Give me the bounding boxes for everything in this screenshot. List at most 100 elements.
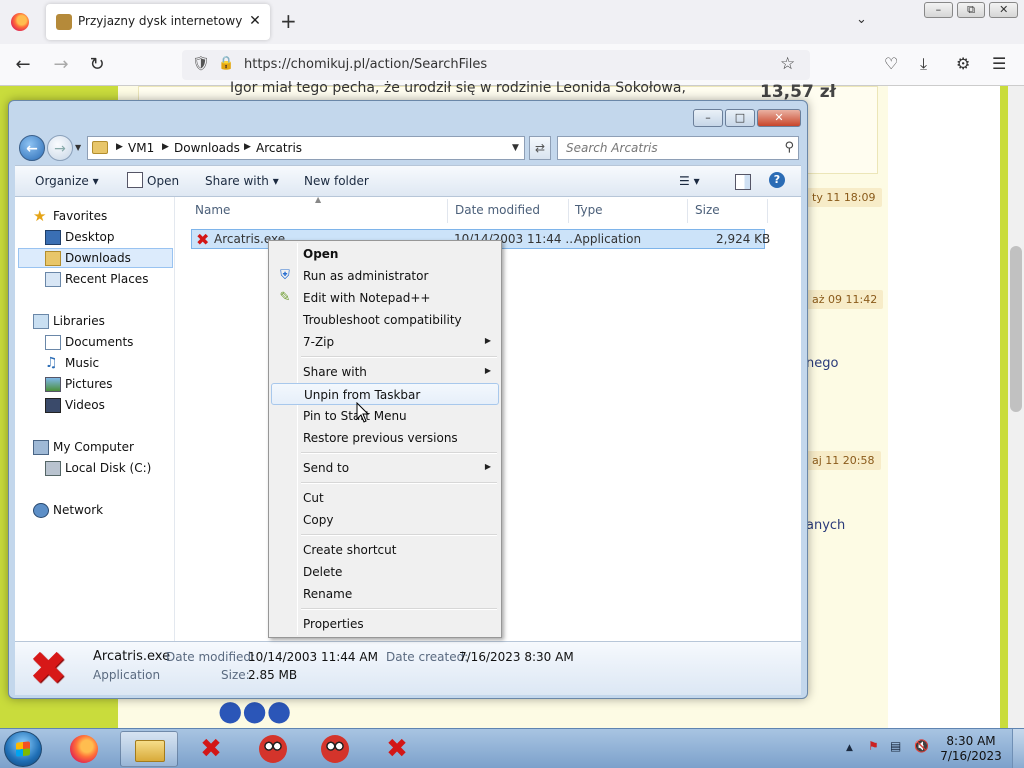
organize-button[interactable]: Organize ▾: [35, 174, 99, 188]
lock-icon[interactable]: 🔒: [218, 56, 234, 71]
share-with-button[interactable]: Share with ▾: [205, 174, 279, 188]
menu-item-cut[interactable]: Cut: [271, 487, 499, 509]
taskbar-owl-app[interactable]: [306, 731, 364, 767]
bookmark-star-icon[interactable]: ☆: [780, 54, 795, 74]
menu-item-troubleshoot[interactable]: Troubleshoot compatibility: [271, 309, 499, 331]
column-header-name[interactable]: Name: [195, 203, 230, 217]
nav-libraries[interactable]: Libraries: [33, 312, 173, 332]
url-bar[interactable]: 🛡 🔒 https://chomikuj.pl/action/SearchFil…: [182, 50, 810, 80]
column-divider[interactable]: [687, 199, 688, 223]
pocket-icon[interactable]: ♡: [884, 54, 898, 73]
menu-item-send-to[interactable]: Send to ▶: [271, 457, 499, 479]
nav-recent-places[interactable]: Recent Places: [45, 270, 173, 290]
clock[interactable]: 8:30 AM 7/16/2023: [936, 734, 1006, 764]
column-divider[interactable]: [447, 199, 448, 223]
tracking-shield-icon[interactable]: 🛡: [192, 56, 210, 72]
menu-item-rename[interactable]: Rename: [271, 583, 499, 605]
explorer-title-bar[interactable]: – □ ✕: [9, 101, 807, 133]
action-center-flag-icon[interactable]: ⚑: [868, 739, 879, 753]
breadcrumb-arrow-icon[interactable]: ▶: [244, 142, 251, 152]
new-folder-button[interactable]: New folder: [304, 174, 369, 188]
menu-item-7zip[interactable]: 7-Zip ▶: [271, 331, 499, 353]
preview-pane-icon[interactable]: [735, 174, 751, 190]
nav-downloads[interactable]: Downloads: [18, 248, 173, 268]
new-tab-button[interactable]: +: [280, 10, 297, 32]
nav-documents[interactable]: Documents: [45, 333, 173, 353]
result-title-fragment[interactable]: anych: [806, 518, 845, 533]
column-header-type[interactable]: Type: [575, 203, 603, 217]
result-title-fragment[interactable]: nego: [806, 356, 838, 371]
back-arrow-icon[interactable]: ←: [12, 54, 34, 76]
show-hidden-icons-chevron-icon[interactable]: ▲: [846, 743, 853, 753]
network-tray-icon[interactable]: ▤: [890, 739, 901, 753]
menu-item-create-shortcut[interactable]: Create shortcut: [271, 539, 499, 561]
address-bar[interactable]: ▶ VM1 ▶ Downloads ▶ Arcatris ▼: [87, 136, 525, 160]
search-placeholder: Search Arcatris: [566, 141, 658, 155]
nav-my-computer[interactable]: My Computer: [33, 438, 173, 458]
column-header-date[interactable]: Date modified: [455, 203, 540, 217]
close-window-button[interactable]: ✕: [757, 109, 801, 127]
nav-videos[interactable]: Videos: [45, 396, 173, 416]
breadcrumb-arrow-icon[interactable]: ▶: [116, 142, 123, 152]
address-dropdown-icon[interactable]: ▼: [512, 143, 519, 153]
menu-item-share-with[interactable]: Share with ▶: [271, 361, 499, 383]
forward-arrow-icon[interactable]: →: [47, 135, 73, 161]
breadcrumb-vm1[interactable]: VM1: [128, 141, 154, 155]
extensions-icon[interactable]: ⚙: [956, 54, 970, 73]
search-icon[interactable]: ⚲: [784, 140, 794, 155]
taskbar-arcatris[interactable]: ✖: [182, 731, 240, 767]
nav-local-disk[interactable]: Local Disk (C:): [45, 459, 173, 479]
menu-item-restore-versions[interactable]: Restore previous versions: [271, 427, 499, 449]
nav-desktop[interactable]: Desktop: [45, 228, 173, 248]
list-tabs-chevron-icon[interactable]: ⌄: [856, 12, 867, 27]
minimize-button[interactable]: –: [924, 2, 953, 18]
page-scrollbar[interactable]: [1008, 86, 1024, 728]
restore-button[interactable]: ⧉: [956, 2, 986, 18]
taskbar-firefox[interactable]: [54, 731, 112, 767]
show-desktop-button[interactable]: [1012, 729, 1024, 768]
volume-muted-icon[interactable]: 🔇: [914, 739, 929, 753]
menu-item-properties[interactable]: Properties: [271, 613, 499, 635]
reload-icon[interactable]: ↻: [86, 54, 108, 76]
firefox-logo-icon[interactable]: [11, 13, 29, 31]
forward-arrow-icon[interactable]: →: [50, 54, 72, 76]
taskbar-arcatris[interactable]: ✖: [368, 731, 426, 767]
refresh-button[interactable]: ⇄: [529, 136, 551, 160]
url-text[interactable]: https://chomikuj.pl/action/SearchFiles: [244, 57, 487, 72]
nav-network[interactable]: Network: [33, 501, 173, 521]
column-divider[interactable]: [568, 199, 569, 223]
navigation-pane: ★ Favorites Desktop Downloads Recent Pla…: [15, 197, 175, 641]
close-tab-icon[interactable]: ✕: [246, 12, 264, 30]
downloads-icon[interactable]: ⤓: [920, 54, 927, 74]
back-arrow-icon[interactable]: ←: [19, 135, 45, 161]
hamburger-menu-icon[interactable]: ☰: [992, 54, 1006, 73]
breadcrumb-downloads[interactable]: Downloads: [174, 141, 240, 155]
minimize-button[interactable]: –: [693, 109, 723, 127]
start-button[interactable]: [4, 731, 42, 767]
taskbar-owl-app[interactable]: [244, 731, 302, 767]
history-dropdown-icon[interactable]: ▼: [75, 143, 81, 152]
nav-favorites[interactable]: ★ Favorites: [33, 207, 173, 227]
view-options-icon[interactable]: ☰ ▾: [679, 174, 700, 188]
menu-item-pin-start[interactable]: Pin to Start Menu: [271, 405, 499, 427]
nav-music[interactable]: ♫ Music: [45, 354, 173, 374]
browser-tab[interactable]: Przyjazny dysk internetowy - Ch ✕: [46, 4, 270, 40]
menu-item-open[interactable]: Open: [271, 243, 499, 265]
nav-pictures[interactable]: Pictures: [45, 375, 173, 395]
maximize-button[interactable]: □: [725, 109, 755, 127]
help-icon[interactable]: ?: [769, 172, 785, 188]
scrollbar-thumb[interactable]: [1010, 246, 1022, 412]
breadcrumb-arcatris[interactable]: Arcatris: [256, 141, 302, 155]
menu-item-unpin-taskbar[interactable]: Unpin from Taskbar: [271, 383, 499, 405]
menu-item-delete[interactable]: Delete: [271, 561, 499, 583]
taskbar-explorer[interactable]: [120, 731, 178, 767]
open-button[interactable]: Open: [147, 174, 179, 188]
menu-item-run-as-admin[interactable]: ⛨ Run as administrator: [271, 265, 499, 287]
breadcrumb-arrow-icon[interactable]: ▶: [162, 142, 169, 152]
column-header-size[interactable]: Size: [695, 203, 720, 217]
search-input[interactable]: Search Arcatris ⚲: [557, 136, 799, 160]
column-divider[interactable]: [767, 199, 768, 223]
menu-item-copy[interactable]: Copy: [271, 509, 499, 531]
menu-item-edit-notepad[interactable]: ✎ Edit with Notepad++: [271, 287, 499, 309]
close-window-button[interactable]: ✕: [989, 2, 1019, 18]
